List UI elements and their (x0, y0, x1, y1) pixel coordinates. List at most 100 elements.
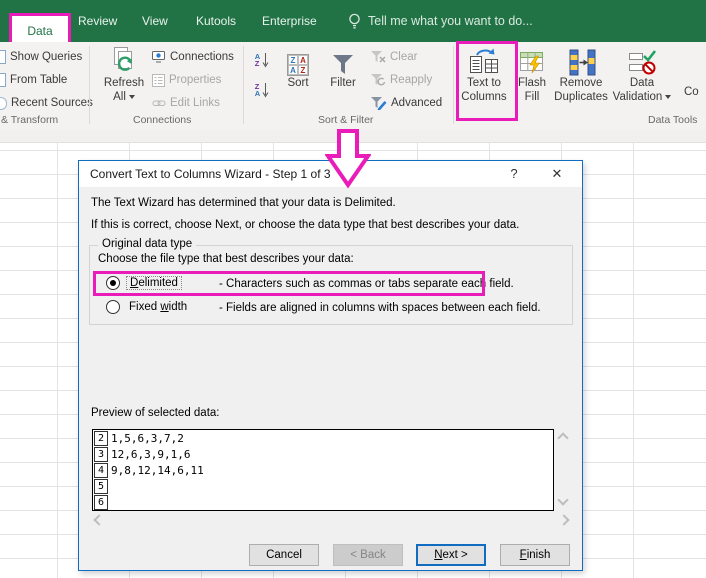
row-text: 12,6,3,9,1,6 (111, 447, 191, 461)
group-label-get-transform: & Transform (1, 114, 59, 126)
preview-vertical-scrollbar[interactable] (555, 429, 571, 509)
tab-enterprise[interactable]: Enterprise (262, 0, 317, 42)
preview-label: Preview of selected data: (91, 407, 220, 419)
wizard-intro-line1: The Text Wizard has determined that your… (91, 197, 396, 209)
row-number: 3 (94, 446, 108, 462)
recent-sources-button[interactable]: Recent Sources (0, 93, 93, 113)
consolidate-label-cut: Co (684, 86, 699, 98)
advanced-filter-button[interactable]: Advanced (370, 93, 442, 113)
close-icon[interactable]: ✕ (543, 161, 571, 187)
highlight-text-to-columns (456, 41, 518, 121)
remove-duplicates-label1: Remove (559, 77, 603, 89)
fixed-width-radio-row[interactable]: Fixed width (106, 300, 187, 314)
groupbox-label: Original data type (98, 238, 197, 250)
fixed-width-label: Fixed width (129, 301, 188, 313)
annotation-down-arrow (325, 129, 371, 189)
clear-filter-icon (371, 51, 386, 63)
lightbulb-icon (349, 13, 360, 28)
remove-duplicates-icon (566, 44, 596, 76)
clear-filter-label: Clear (390, 51, 418, 63)
cancel-button[interactable]: Cancel (249, 544, 319, 566)
tab-data-label: Data (27, 23, 53, 38)
filter-button[interactable]: Filter (322, 44, 364, 116)
show-queries-label: Show Queries (10, 51, 83, 63)
dropdown-arrow-icon (128, 94, 135, 99)
fixed-width-description: - Fields are aligned in columns with spa… (219, 302, 541, 314)
fixed-width-radio[interactable] (106, 300, 120, 314)
filter-label: Filter (330, 77, 356, 89)
scroll-down-icon[interactable] (557, 494, 569, 506)
preview-horizontal-scrollbar[interactable] (92, 513, 571, 527)
preview-row: 4 9,8,12,14,6,11 (93, 462, 553, 478)
reapply-filter-icon (371, 74, 386, 86)
wizard-intro-line2: If this is correct, choose Next, or choo… (91, 219, 520, 231)
consolidate-button-cut[interactable]: Co (684, 82, 699, 102)
tab-view[interactable]: View (142, 0, 168, 42)
dialog-title: Convert Text to Columns Wizard - Step 1 … (90, 167, 331, 181)
data-validation-button[interactable]: Data Validation (612, 44, 672, 116)
remove-duplicates-button[interactable]: Remove Duplicates (550, 44, 612, 116)
data-validation-icon (628, 44, 656, 76)
filter-icon (331, 44, 355, 76)
back-button[interactable]: < Back (333, 544, 403, 566)
excel-window: Data Review View Kutools Enterprise Tell… (0, 0, 706, 578)
flash-fill-button[interactable]: Flash Fill (514, 44, 550, 116)
edit-links-icon (152, 100, 166, 106)
row-number: 6 (94, 494, 108, 510)
row-number: 4 (94, 462, 108, 478)
data-preview-box[interactable]: 2 1,5,6,3,7,2 3 12,6,3,9,1,6 4 9,8,12,14… (92, 429, 554, 511)
refresh-all-label2: All (113, 91, 126, 103)
query-sheet-icon (0, 50, 6, 64)
refresh-all-button[interactable]: Refresh All (96, 44, 152, 116)
sort-ascending-button[interactable]: AZ (249, 48, 275, 72)
tab-review[interactable]: Review (78, 0, 117, 42)
from-table-label: From Table (10, 74, 68, 86)
scroll-up-icon[interactable] (557, 432, 569, 444)
group-label-data-tools: Data Tools (648, 114, 698, 126)
sort-descending-button[interactable]: ZA (249, 78, 275, 102)
sort-label: Sort (287, 77, 309, 89)
down-arrow-icon (262, 53, 269, 68)
recent-sources-label: Recent Sources (11, 97, 93, 109)
reapply-filter-button[interactable]: Reapply (370, 70, 432, 90)
refresh-all-label: Refresh (103, 77, 145, 89)
clock-icon (0, 96, 7, 110)
ribbon: Show Queries From Table Recent Sources &… (0, 42, 706, 130)
clear-filter-button[interactable]: Clear (370, 47, 417, 67)
convert-text-wizard-dialog: Convert Text to Columns Wizard - Step 1 … (78, 160, 583, 571)
row-text: 1,5,6,3,7,2 (111, 431, 184, 445)
group-divider (453, 46, 454, 124)
scroll-right-icon[interactable] (558, 514, 570, 526)
edit-links-button[interactable]: Edit Links (152, 93, 220, 113)
group-divider (243, 46, 244, 124)
properties-icon (152, 73, 165, 87)
preview-row: 6 (93, 494, 553, 510)
connections-button[interactable]: Connections (152, 47, 234, 67)
properties-button[interactable]: Properties (152, 70, 221, 90)
data-validation-label2: Validation (612, 91, 663, 103)
preview-row: 3 12,6,3,9,1,6 (93, 446, 553, 462)
sort-button[interactable]: ZA AZ Sort (278, 44, 318, 116)
edit-links-label: Edit Links (170, 97, 220, 109)
sort-icon: ZA AZ (287, 44, 309, 76)
remove-duplicates-label2: Duplicates (554, 91, 608, 103)
flash-fill-label2: Fill (524, 91, 540, 103)
highlight-delimited-option (93, 271, 485, 296)
reapply-filter-label: Reapply (390, 74, 433, 86)
show-queries-button[interactable]: Show Queries (0, 47, 82, 67)
next-button[interactable]: Next > (416, 544, 486, 566)
row-number: 5 (94, 478, 108, 494)
flash-fill-icon (519, 44, 545, 76)
help-button[interactable]: ? (503, 161, 525, 187)
choose-file-type-label: Choose the file type that best describes… (98, 253, 354, 265)
scroll-left-icon[interactable] (93, 514, 105, 526)
from-table-button[interactable]: From Table (0, 70, 67, 90)
ribbon-tab-bar: Data Review View Kutools Enterprise Tell… (0, 0, 706, 48)
tell-me-box[interactable]: Tell me what you want to do... (348, 0, 533, 42)
flash-fill-label1: Flash (517, 77, 547, 89)
finish-button[interactable]: Finish (500, 544, 570, 566)
preview-row: 5 (93, 478, 553, 494)
tab-kutools[interactable]: Kutools (196, 0, 236, 42)
tell-me-label: Tell me what you want to do... (368, 14, 533, 28)
group-divider (89, 46, 90, 124)
